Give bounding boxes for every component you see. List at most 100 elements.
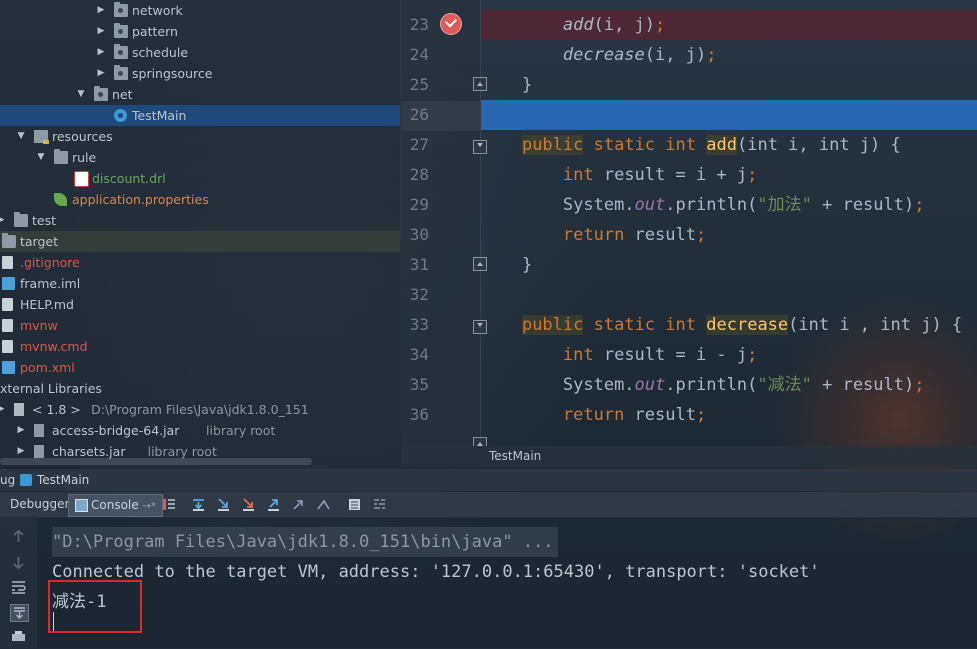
line-number[interactable]: 33 (401, 310, 429, 340)
line-number[interactable]: 30 (401, 220, 429, 250)
chevron-right-icon[interactable]: ▶ (0, 210, 6, 231)
code-line-27[interactable]: public static int add(int i, int j) { (481, 130, 977, 160)
scroll-down-icon[interactable] (10, 554, 27, 570)
line-number[interactable]: 29 (401, 190, 429, 220)
evaluate-expression-icon[interactable] (347, 497, 362, 512)
line-number[interactable]: 35 (401, 370, 429, 400)
chevron-right-icon[interactable]: ▶ (0, 399, 6, 420)
code-line-24[interactable]: decrease(i, j); (481, 40, 977, 70)
tree-item[interactable]: ▶target (0, 231, 400, 252)
line-number[interactable]: 26 (401, 100, 429, 130)
keyword: int (562, 165, 594, 185)
line-number[interactable]: 23 (401, 10, 429, 40)
step-into-icon[interactable] (216, 497, 231, 512)
code-line-29[interactable]: System.out.println("加法" + result); (481, 190, 977, 220)
line-number[interactable]: 24 (401, 40, 429, 70)
tree-item[interactable]: ▶ access-bridge-64.jar library root (0, 420, 400, 441)
scroll-up-icon[interactable] (10, 529, 27, 545)
code-line-34[interactable]: int result = i - j; (481, 340, 977, 370)
tree-item[interactable]: ▶ pattern (0, 21, 400, 42)
code-line-33[interactable]: public static int decrease(int i , int j… (481, 310, 977, 340)
code-line-25[interactable]: } (481, 70, 977, 100)
console-icon (75, 499, 88, 512)
tree-item-label: frame.iml (20, 276, 81, 291)
tree-item[interactable]: HELP.md (0, 294, 400, 315)
code-line-28[interactable]: int result = i + j; (481, 160, 977, 190)
console-output[interactable]: "D:\Program Files\Java\jdk1.8.0_151\bin\… (38, 518, 977, 648)
step-over-icon[interactable] (191, 497, 206, 512)
chevron-right-icon[interactable]: ▶ (16, 420, 26, 441)
tree-item[interactable]: discount.drl (0, 168, 400, 189)
scroll-to-end-icon[interactable] (10, 604, 29, 622)
tree-horizontal-scrollbar[interactable] (0, 458, 312, 465)
debug-tool-window-header[interactable]: ug TestMain (0, 469, 977, 491)
line-number[interactable]: 32 (401, 280, 429, 310)
tree-item[interactable]: mvnw.cmd (0, 336, 400, 357)
semicolon: ; (706, 45, 717, 65)
tree-item[interactable]: ▶ < 1.8 > D:\Program Files\Java\jdk1.8.0_1… (0, 399, 400, 420)
print-icon[interactable] (10, 629, 27, 645)
code-line-31[interactable]: } (481, 250, 977, 280)
editor-breadcrumb[interactable]: TestMain (401, 446, 977, 467)
method-call: .println( (665, 195, 758, 215)
tree-item-label: test (32, 213, 57, 228)
tab-debugger[interactable]: Debugger (4, 494, 75, 515)
class-ref: System. (562, 375, 635, 395)
chevron-right-icon[interactable]: ▶ (96, 63, 106, 84)
tree-item[interactable]: ▼ rule (0, 147, 400, 168)
code-line-23[interactable]: add(i, j); (481, 10, 977, 40)
code-line-36[interactable]: return result; (481, 400, 977, 430)
tab-console[interactable]: Console →* (68, 494, 163, 517)
tree-item[interactable]: ▼ resources (0, 126, 400, 147)
line-number[interactable]: 27 (401, 130, 429, 160)
chevron-down-icon[interactable]: ▼ (36, 147, 46, 168)
tree-item[interactable]: ▼ net (0, 84, 400, 105)
run-config-name[interactable]: TestMain (37, 469, 89, 491)
params: (int i, int j) { (736, 135, 901, 155)
chevron-down-icon[interactable]: ▼ (16, 126, 26, 147)
tree-item[interactable]: xternal Libraries (0, 378, 400, 399)
tree-item[interactable]: .gitignore (0, 252, 400, 273)
tree-item[interactable]: ▶ springsource (0, 63, 400, 84)
line-number[interactable]: 34 (401, 340, 429, 370)
breakpoint-check-icon[interactable] (440, 13, 462, 35)
tree-item[interactable]: ▶ schedule (0, 42, 400, 63)
line-number[interactable]: 28 (401, 160, 429, 190)
tree-item[interactable]: application.properties (0, 189, 400, 210)
call-args: (i, j) (593, 15, 656, 35)
fold-close-icon[interactable] (473, 437, 487, 446)
code-line-26-current[interactable] (481, 100, 977, 130)
chevron-right-icon[interactable]: ▶ (96, 21, 106, 42)
tree-item-label: < 1.8 > (32, 402, 81, 417)
step-out-icon[interactable] (266, 497, 281, 512)
run-to-cursor-icon[interactable] (316, 497, 331, 512)
annotation-highlight-box (48, 580, 142, 633)
keyword: int (665, 135, 697, 155)
tree-item-label: springsource (132, 66, 213, 81)
chevron-right-icon[interactable]: ▶ (96, 42, 106, 63)
show-execution-point-icon[interactable] (162, 497, 177, 512)
tree-item[interactable]: ▶ test (0, 210, 400, 231)
code-line-35[interactable]: System.out.println("减法" + result); (481, 370, 977, 400)
tree-item[interactable]: frame.iml (0, 273, 400, 294)
tree-item[interactable]: TestMain (0, 105, 400, 126)
line-number[interactable]: 25 (401, 70, 429, 100)
project-tree[interactable]: ▶ network ▶ pattern ▶ schedule ▶ springsource ▼ n… (0, 0, 400, 467)
line-number[interactable]: 36 (401, 400, 429, 430)
breadcrumb-class[interactable]: TestMain (489, 446, 541, 467)
code-editor[interactable]: 23 24 25 26 27 28 29 30 31 32 33 34 35 36 add(i, j); … (401, 0, 977, 446)
drop-frame-icon[interactable] (291, 497, 306, 512)
tree-item[interactable]: ▶ network (0, 0, 400, 21)
line-number[interactable]: 31 (401, 250, 429, 280)
chevron-right-icon[interactable]: ▶ (96, 0, 106, 21)
soft-wrap-icon[interactable] (10, 579, 27, 595)
semicolon: ; (695, 405, 707, 425)
tree-item[interactable]: pom.xml (0, 357, 400, 378)
tree-item-label: application.properties (72, 192, 209, 207)
trace-icon[interactable] (372, 497, 387, 512)
code-line-32[interactable] (481, 280, 977, 310)
code-line-30[interactable]: return result; (481, 220, 977, 250)
force-step-into-icon[interactable] (241, 497, 256, 512)
tree-item[interactable]: mvnw (0, 315, 400, 336)
chevron-down-icon[interactable]: ▼ (76, 84, 86, 105)
